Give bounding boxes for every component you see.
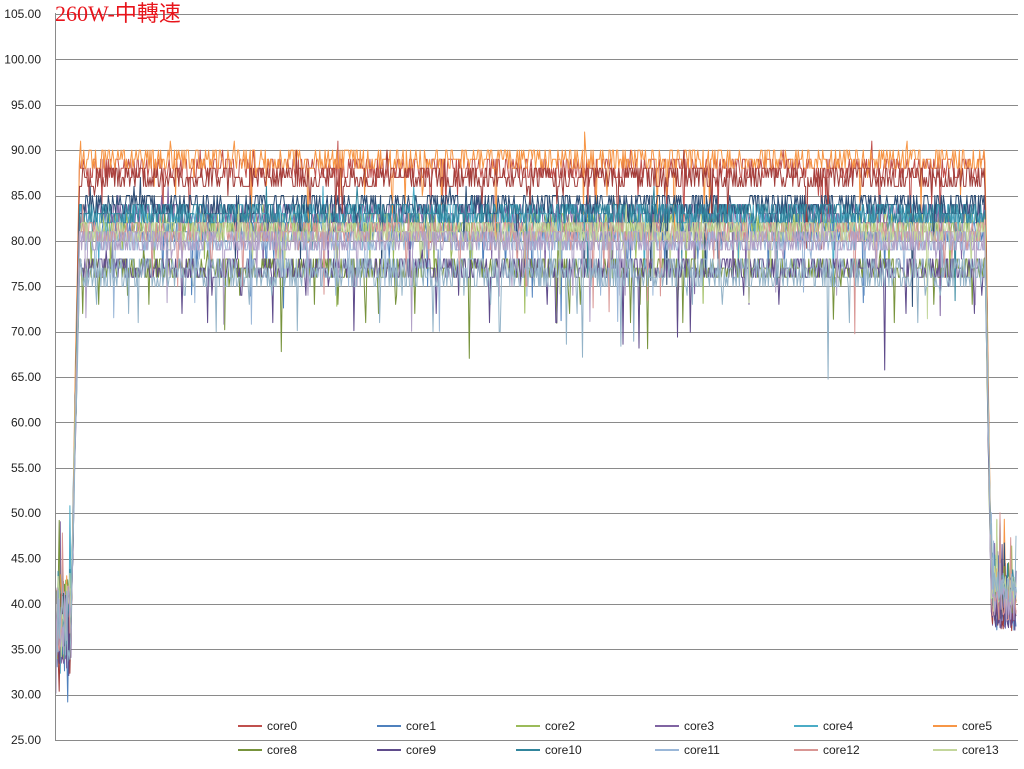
y-tick-label: 25.00 [11,733,41,747]
legend-label: core12 [823,743,860,757]
y-tick-label: 90.00 [11,143,41,157]
y-tick-label: 95.00 [11,98,41,112]
legend-label: core10 [545,743,582,757]
y-tick-label: 35.00 [11,642,41,656]
chart-title: 260W-中轉速 [55,1,181,26]
y-tick-label: 40.00 [11,597,41,611]
y-tick-label: 105.00 [4,7,41,21]
y-tick-label: 50.00 [11,506,41,520]
legend-label: core9 [406,743,436,757]
legend-label: core13 [962,743,999,757]
y-tick-label: 30.00 [11,688,41,702]
y-tick-label: 80.00 [11,234,41,248]
legend-label: core4 [823,719,853,733]
y-tick-label: 55.00 [11,461,41,475]
legend-label: core2 [545,719,575,733]
legend-label: core0 [267,719,297,733]
legend-label: core1 [406,719,436,733]
y-tick-label: 70.00 [11,325,41,339]
line-chart: 25.00 30.00 35.00 40.00 45.00 50.00 55.00 60.00… [0,0,1024,769]
y-tick-label: 65.00 [11,370,41,384]
legend-label: core5 [962,719,992,733]
y-tick-label: 85.00 [11,189,41,203]
y-tick-label: 100.00 [4,52,41,66]
legend-label: core8 [267,743,297,757]
chart-background [0,0,1024,769]
y-tick-label: 75.00 [11,279,41,293]
y-tick-label: 60.00 [11,415,41,429]
y-tick-label: 45.00 [11,552,41,566]
legend-label: core3 [684,719,714,733]
legend-label: core11 [684,743,720,757]
